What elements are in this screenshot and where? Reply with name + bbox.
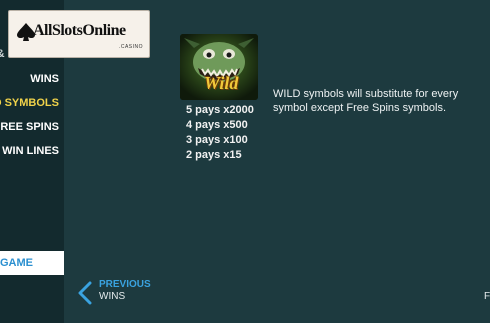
casino-logo: AllSlotsOnline .CASINO bbox=[8, 10, 150, 58]
sidebar-item-wild-symbols[interactable]: D SYMBOLS bbox=[0, 97, 59, 109]
logo-brand: AllSlotsOnline bbox=[33, 22, 126, 39]
back-to-game-label: GAME bbox=[0, 257, 33, 269]
wild-symbol-label: Wild bbox=[204, 73, 239, 93]
logo-sub: .CASINO bbox=[118, 44, 143, 50]
wild-symbol-image: Wild bbox=[180, 34, 258, 100]
paytable-row: 4 pays x500 bbox=[186, 119, 248, 131]
previous-page-button[interactable]: PREVIOUS bbox=[99, 279, 151, 290]
previous-page-name: WINS bbox=[99, 291, 126, 302]
wild-description: WILD symbols will substitute for every s… bbox=[273, 88, 459, 114]
back-to-game-button[interactable]: GAME bbox=[0, 251, 64, 275]
sidebar-item-free-spins[interactable]: FREE SPINS bbox=[0, 121, 59, 133]
paytable-row: 5 pays x2000 bbox=[186, 104, 254, 116]
sidebar-item-win-lines[interactable]: WIN LINES bbox=[2, 145, 59, 157]
paytable-row: 3 pays x100 bbox=[186, 134, 248, 146]
next-page-name: F bbox=[484, 291, 490, 302]
chevron-left-icon[interactable] bbox=[77, 281, 93, 305]
paytable-row: 2 pays x15 bbox=[186, 149, 242, 161]
sidebar-item-wins[interactable]: WINS bbox=[30, 73, 59, 85]
